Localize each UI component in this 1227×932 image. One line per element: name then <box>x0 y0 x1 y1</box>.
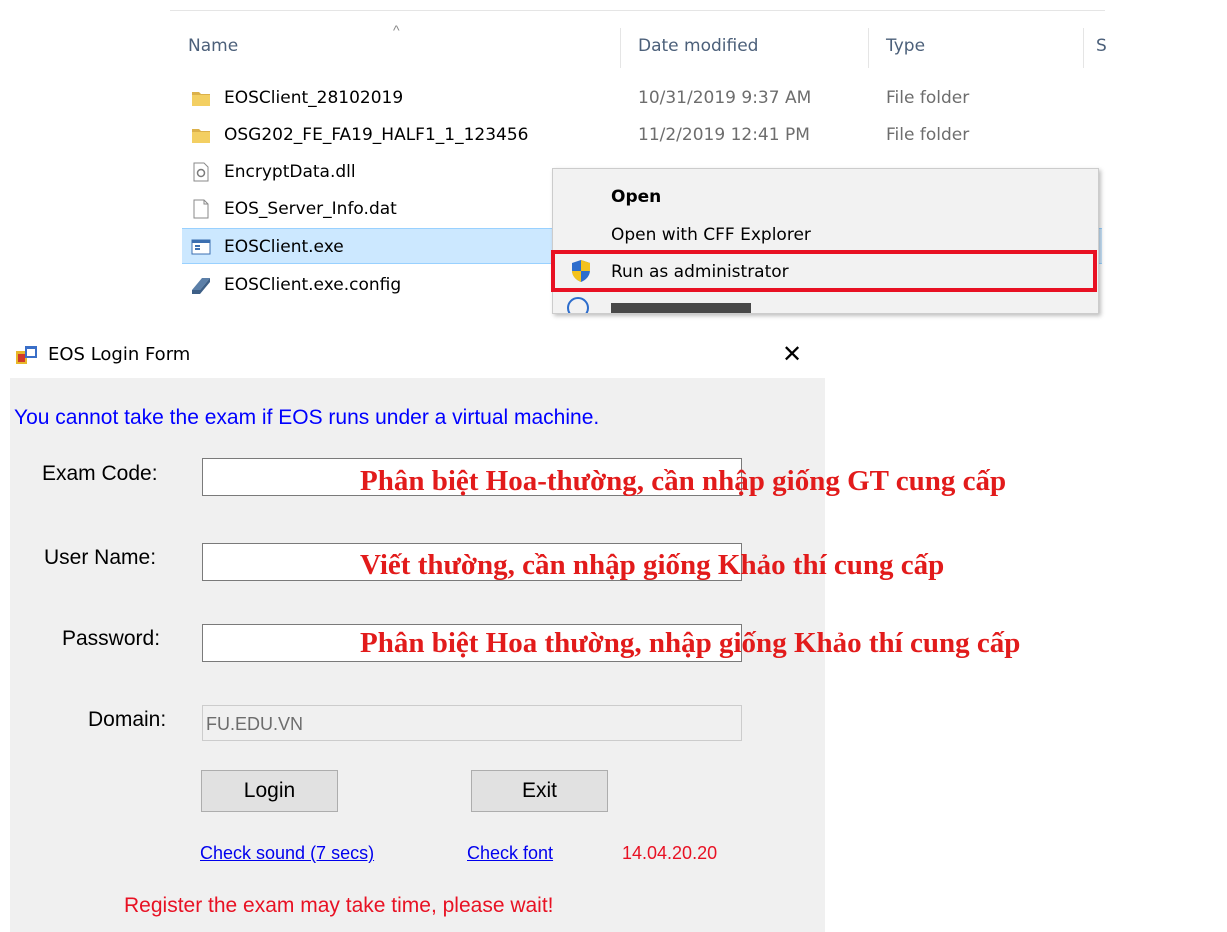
file-explorer: ^ Name Date modified Type S EOSClient_28… <box>0 0 1227 314</box>
window-title: EOS Login Form <box>48 344 191 365</box>
menu-item-open[interactable]: Open <box>611 187 661 207</box>
menu-item-open-with-cff-explorer[interactable]: Open with CFF Explorer <box>611 225 811 245</box>
context-menu: Open Open with CFF Explorer Run as admin… <box>552 168 1099 314</box>
file-name: EOSClient.exe.config <box>224 275 402 295</box>
domain-label: Domain: <box>88 708 167 731</box>
config-file-icon <box>192 278 210 294</box>
file-date-modified: 10/31/2019 9:37 AM <box>638 88 812 108</box>
user-name-annotation: Viết thường, cần nhập giống Khảo thí cun… <box>360 549 945 581</box>
column-divider[interactable] <box>868 28 869 68</box>
column-header-size[interactable]: S <box>1096 36 1107 56</box>
register-status-text: Register the exam may take time, please … <box>124 894 554 917</box>
file-name: OSG202_FE_FA19_HALF1_1_123456 <box>224 125 529 145</box>
sort-ascending-icon: ^ <box>393 22 400 38</box>
highlight-box <box>551 250 1097 292</box>
file-row[interactable]: EOSClient_28102019 10/31/2019 9:37 AM Fi… <box>182 80 1102 116</box>
file-type: File folder <box>886 88 970 108</box>
column-header-type[interactable]: Type <box>886 36 925 56</box>
user-name-label: User Name: <box>44 546 157 569</box>
folder-icon <box>192 129 210 143</box>
vm-warning-text: You cannot take the exam if EOS runs und… <box>14 406 600 429</box>
file-name: EncryptData.dll <box>224 162 356 182</box>
file-type: File folder <box>886 125 970 145</box>
column-divider[interactable] <box>1083 28 1084 68</box>
check-font-link[interactable]: Check font <box>467 843 553 864</box>
share-icon <box>567 297 589 313</box>
close-icon[interactable]: ✕ <box>782 340 802 369</box>
password-label: Password: <box>62 627 161 650</box>
login-button[interactable]: Login <box>201 770 338 812</box>
domain-input: FU.EDU.VN <box>202 705 742 741</box>
header-divider <box>170 10 1105 11</box>
exe-app-icon <box>191 239 211 255</box>
exam-code-label: Exam Code: <box>42 462 158 485</box>
file-name: EOSClient.exe <box>224 237 344 257</box>
app-icon <box>16 346 37 364</box>
file-date-modified: 11/2/2019 12:41 PM <box>638 125 810 145</box>
file-name: EOSClient_28102019 <box>224 88 404 108</box>
column-header-name[interactable]: Name <box>188 36 238 56</box>
file-icon <box>193 199 209 219</box>
version-text: 14.04.20.20 <box>622 843 718 863</box>
file-name: EOS_Server_Info.dat <box>224 199 397 219</box>
window-titlebar: EOS Login Form ✕ <box>0 332 840 378</box>
column-header-date-modified[interactable]: Date modified <box>638 36 758 56</box>
dll-file-icon <box>193 162 209 182</box>
check-sound-link[interactable]: Check sound (7 secs) <box>200 843 374 864</box>
menu-item-clipped[interactable] <box>611 303 751 313</box>
folder-icon <box>192 92 210 106</box>
column-divider[interactable] <box>620 28 621 68</box>
file-row[interactable]: OSG202_FE_FA19_HALF1_1_123456 11/2/2019 … <box>182 117 1102 153</box>
password-annotation: Phân biệt Hoa thường, nhập giống Khảo th… <box>360 627 1021 659</box>
exit-button[interactable]: Exit <box>471 770 608 812</box>
exam-code-annotation: Phân biệt Hoa-thường, cần nhập giống GT … <box>360 465 1007 497</box>
